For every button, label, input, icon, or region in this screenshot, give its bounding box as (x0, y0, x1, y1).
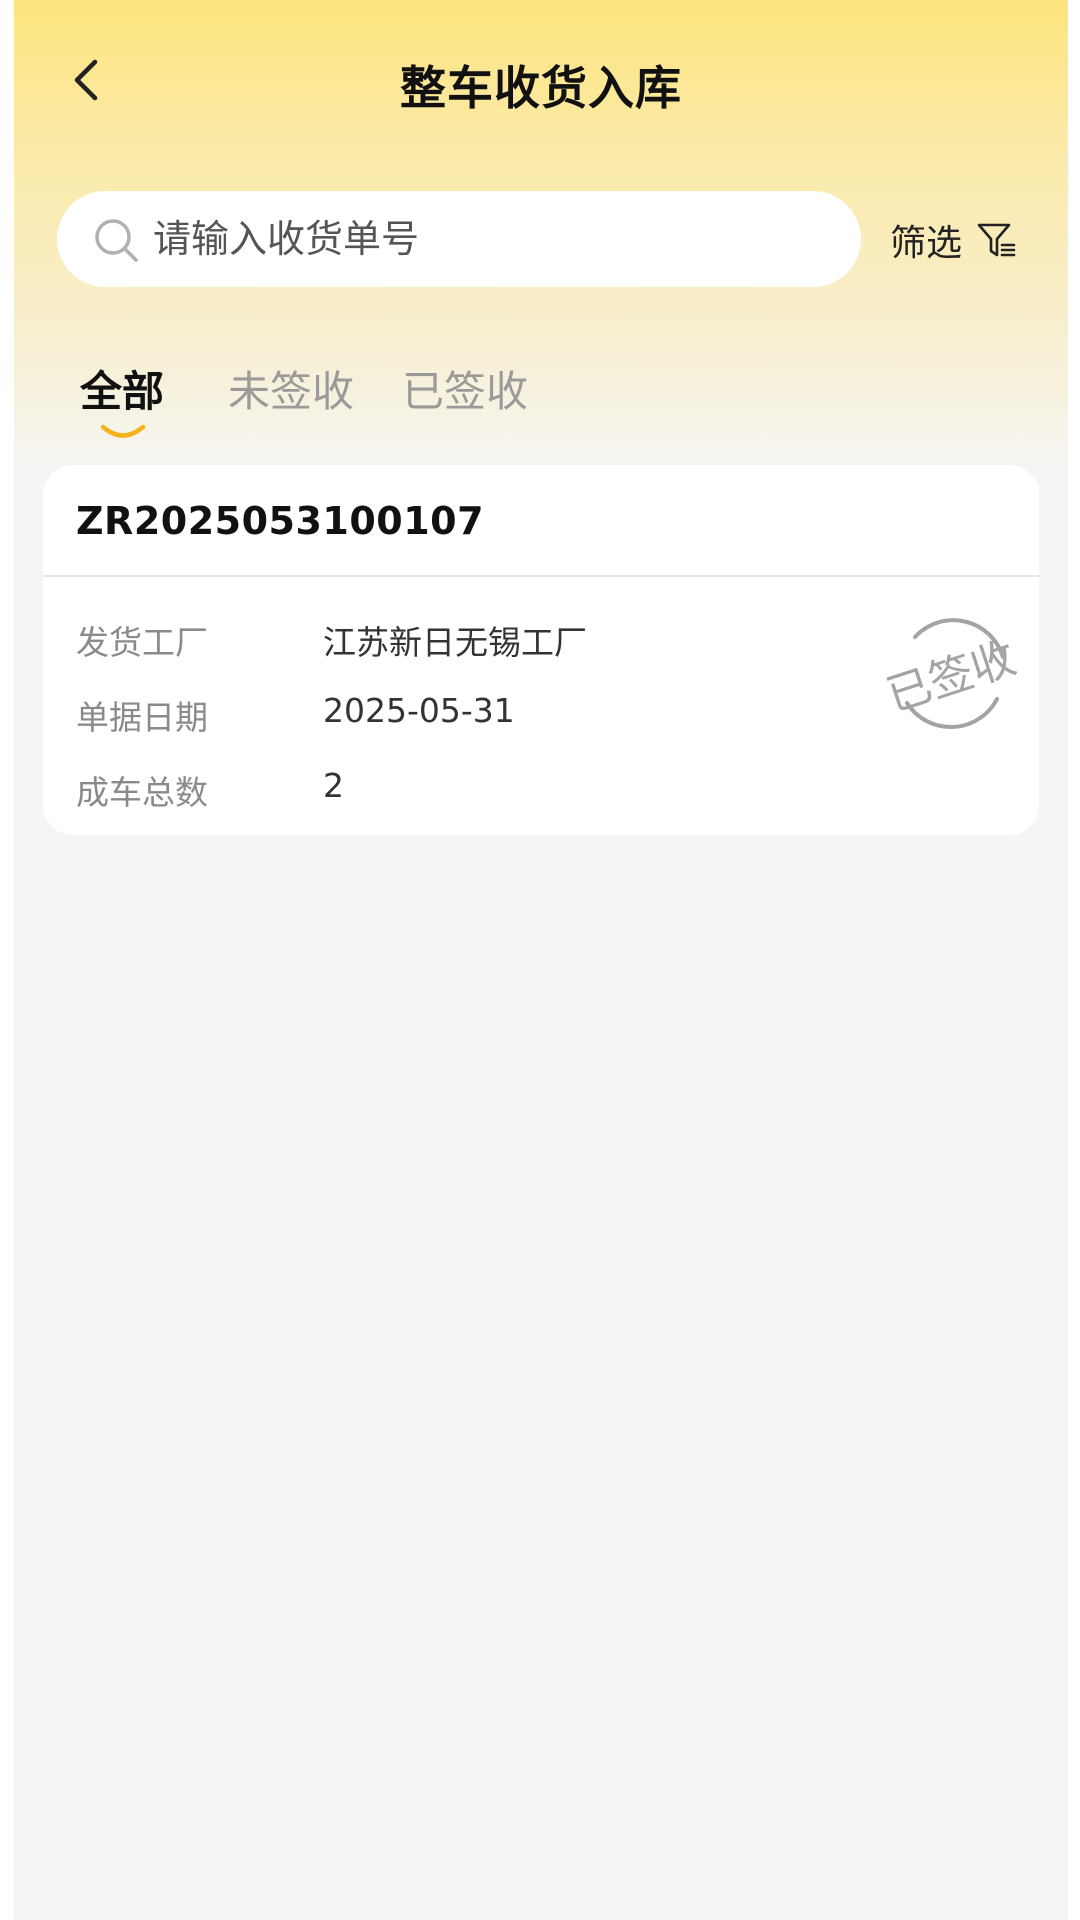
filter-button[interactable]: 筛选 (890, 212, 1016, 268)
field-value: 2 (323, 766, 344, 805)
field-label: 单据日期 (76, 698, 208, 737)
search-input[interactable] (153, 211, 833, 267)
order-number: ZR2025053100107 (76, 499, 485, 543)
chevron-left-icon (74, 59, 98, 101)
tab-all[interactable]: 全部 (80, 358, 164, 419)
field-value: 江苏新日无锡工厂 (323, 623, 587, 662)
filter-icon (977, 223, 1016, 257)
field-row-count: 成车总数 2 (76, 766, 776, 816)
field-row-date: 单据日期 2025-05-31 (76, 691, 776, 741)
order-card[interactable]: ZR2025053100107 发货工厂 江苏新日无锡工厂 单据日期 2025-… (43, 465, 1039, 835)
search-icon (95, 219, 138, 262)
page-title: 整车收货入库 (400, 61, 682, 115)
tab-unsigned[interactable]: 未签收 (228, 358, 354, 419)
field-value: 2025-05-31 (323, 691, 515, 730)
field-label: 发货工厂 (76, 623, 208, 662)
app-screen: 整车收货入库 筛选 全部 未签收 已签收 ZR20 (14, 0, 1068, 1920)
signed-stamp: 已签收 (881, 607, 1022, 737)
order-card-header: ZR2025053100107 (43, 465, 1039, 577)
tab-label: 全部 (80, 367, 165, 416)
tab-label: 已签收 (402, 367, 529, 416)
filter-label: 筛选 (890, 223, 963, 264)
back-button[interactable] (58, 50, 118, 110)
field-row-factory: 发货工厂 江苏新日无锡工厂 (76, 616, 776, 666)
field-label: 成车总数 (76, 773, 208, 812)
tab-active-indicator (100, 424, 146, 438)
search-box[interactable] (57, 191, 861, 287)
tab-signed[interactable]: 已签收 (402, 358, 528, 419)
nav-bar: 整车收货入库 (14, 0, 1068, 160)
tab-label: 未签收 (228, 367, 355, 416)
